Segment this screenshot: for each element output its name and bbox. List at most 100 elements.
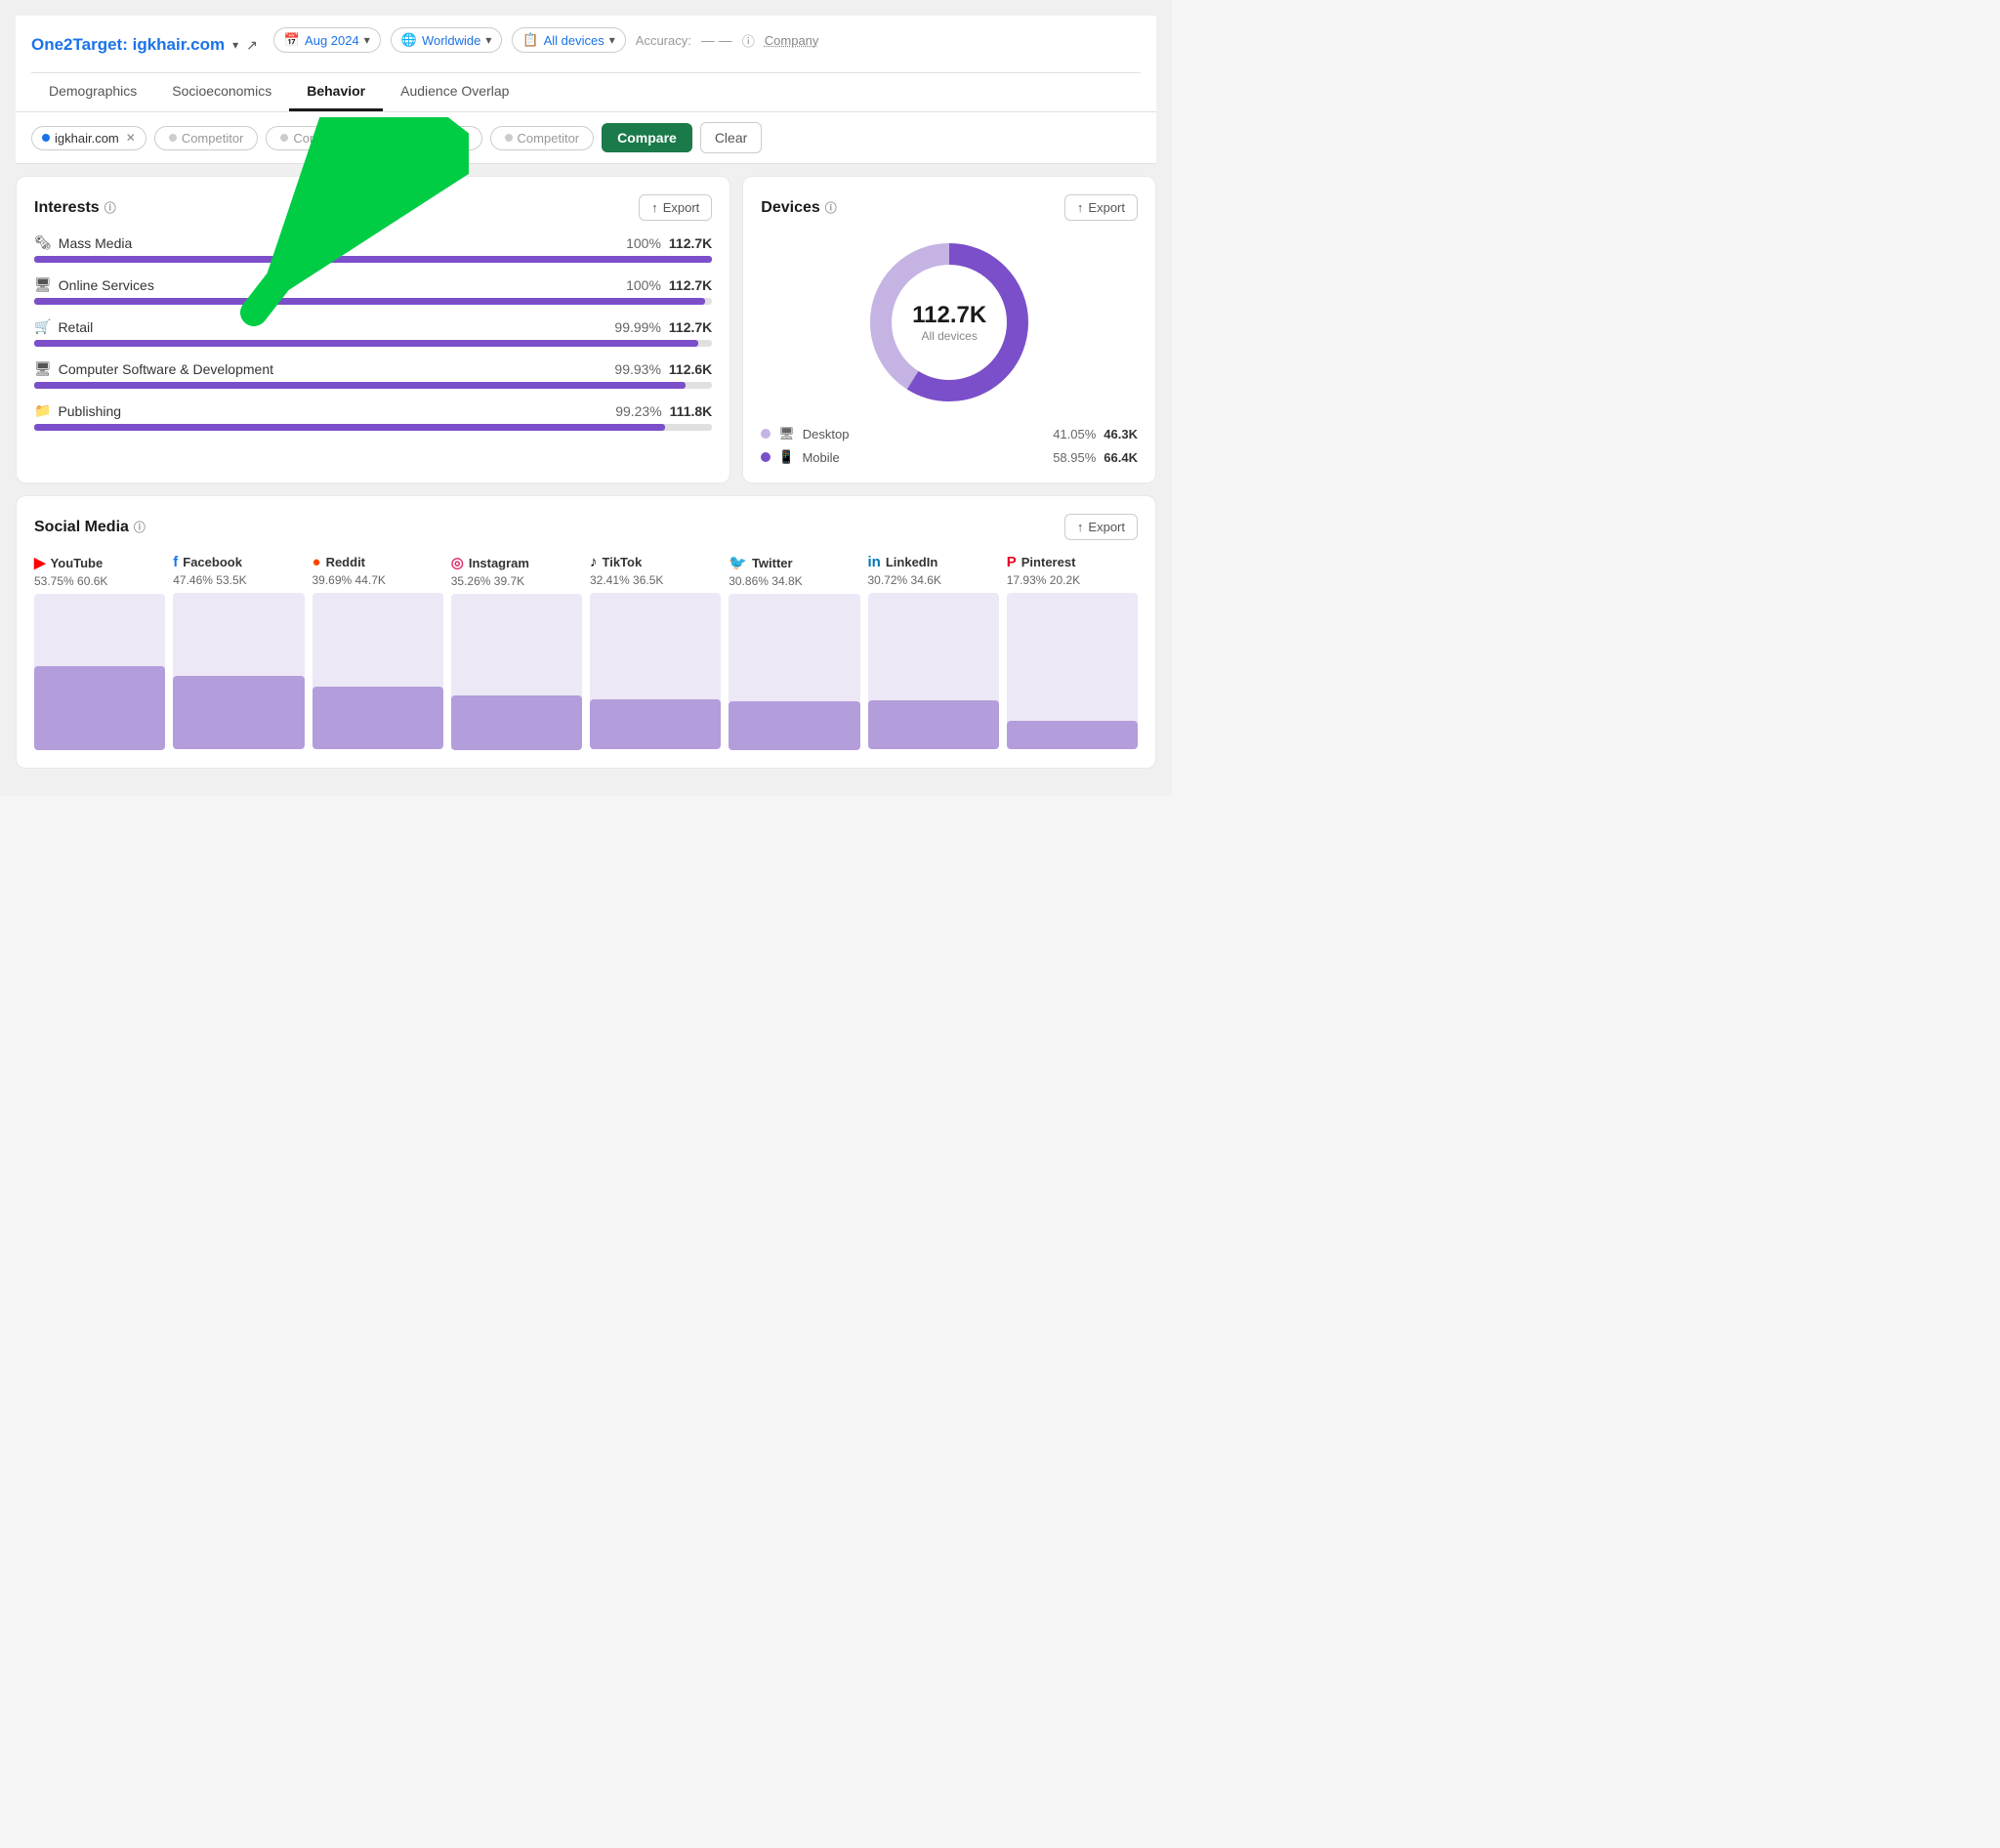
device-legend: 🖥 Desktop 41.05% 46.3K 📱 Mobile 58.95% 6…	[761, 426, 1138, 465]
devices-info-icon[interactable]: ⓘ	[825, 199, 837, 216]
desktop-pct: 41.05%	[1053, 427, 1096, 441]
info-icon-accuracy: ⓘ	[742, 31, 755, 50]
facebook-count: 53.5K	[216, 573, 246, 587]
devices-card: Devices ⓘ ↑ Export	[742, 176, 1156, 483]
interest-count-1: 112.7K	[669, 277, 712, 293]
competitor-dot-2	[280, 134, 288, 142]
interest-name-3: Computer Software & Development	[59, 361, 273, 377]
platform-twitter: 🐦 Twitter 30.86% 34.8K	[729, 554, 859, 750]
facebook-icon: f	[173, 554, 178, 570]
tab-demographics[interactable]: Demographics	[31, 73, 154, 111]
platform-facebook: f Facebook 47.46% 53.5K	[173, 554, 304, 750]
company-label[interactable]: Company	[765, 33, 819, 48]
pinterest-count: 20.2K	[1050, 573, 1080, 587]
external-link-icon[interactable]: ↗	[246, 37, 258, 54]
interest-icon-3: 🖥	[34, 360, 52, 377]
linkedin-bar-container	[868, 593, 999, 749]
linkedin-name: LinkedIn	[886, 555, 938, 569]
linkedin-count: 34.6K	[911, 573, 941, 587]
interest-count-4: 111.8K	[670, 403, 713, 419]
interest-count-2: 112.7K	[669, 319, 712, 335]
device-filter-icon: 📋	[522, 32, 538, 48]
twitter-bar	[729, 701, 859, 750]
devices-title: Devices	[761, 199, 820, 217]
pinterest-name: Pinterest	[1021, 555, 1076, 569]
twitter-bar-container	[729, 594, 859, 750]
device-row-mobile: 📱 Mobile 58.95% 66.4K	[761, 449, 1138, 465]
location-filter[interactable]: 🌐 Worldwide ▾	[391, 27, 503, 53]
interest-name-1: Online Services	[59, 277, 154, 293]
interest-count-3: 112.6K	[669, 361, 712, 377]
donut-container: 112.7K All devices	[761, 234, 1138, 410]
interest-name-2: Retail	[58, 319, 93, 335]
competitor-dot-4	[505, 134, 513, 142]
pinterest-pct: 17.93%	[1007, 573, 1047, 587]
tab-socioeconomics[interactable]: Socioeconomics	[154, 73, 289, 111]
date-label: Aug 2024	[305, 33, 359, 48]
tab-audience-overlap[interactable]: Audience Overlap	[383, 73, 526, 111]
interest-bar-1	[34, 298, 705, 305]
social-media-card: Social Media ⓘ ↑ Export ▶ YouTube 53.75%	[16, 495, 1156, 769]
date-dropdown-icon: ▾	[364, 33, 370, 47]
platform-pinterest: P Pinterest 17.93% 20.2K	[1007, 554, 1138, 750]
interest-row-2: 🛒 Retail 99.99% 112.7K	[34, 318, 712, 347]
competitor-tag-4[interactable]: Competitor	[490, 126, 595, 150]
date-filter[interactable]: 📅 Aug 2024 ▾	[273, 27, 381, 53]
desktop-name: Desktop	[803, 427, 1045, 441]
social-media-title: Social Media	[34, 519, 129, 536]
social-media-export-button[interactable]: ↑ Export	[1064, 514, 1138, 540]
device-filter[interactable]: 📋 All devices ▾	[512, 27, 625, 53]
twitter-pct: 30.86%	[729, 574, 769, 588]
competitor-tag-2[interactable]: Competitor	[266, 126, 370, 150]
pinterest-bar-container	[1007, 593, 1138, 749]
devices-total: 112.7K	[912, 302, 986, 329]
devices-export-button[interactable]: ↑ Export	[1064, 194, 1138, 221]
twitter-icon: 🐦	[729, 554, 747, 571]
competitor-dot-1	[169, 134, 177, 142]
interest-icon-1: 🖥	[34, 276, 52, 293]
linkedin-icon: in	[868, 554, 881, 570]
interests-list: 🗞 Mass Media 100% 112.7K	[34, 234, 712, 431]
mobile-pct: 58.95%	[1053, 450, 1096, 465]
competitor-tag-3[interactable]: Competitor	[378, 126, 482, 150]
interests-export-button[interactable]: ↑ Export	[639, 194, 712, 221]
clear-button[interactable]: Clear	[700, 122, 762, 153]
instagram-bar-container	[451, 594, 582, 750]
interest-pct-4: 99.23%	[615, 403, 661, 419]
tab-behavior[interactable]: Behavior	[289, 73, 383, 111]
compare-button[interactable]: Compare	[602, 123, 692, 152]
donut-center: 112.7K All devices	[912, 302, 986, 343]
platform-instagram: ◎ Instagram 35.26% 39.7K	[451, 554, 582, 750]
comparison-bar: igkhair.com ✕ Competitor Competitor Comp…	[16, 112, 1156, 164]
devices-export-icon: ↑	[1077, 200, 1084, 215]
interest-bar-3	[34, 382, 686, 389]
instagram-count: 39.7K	[494, 574, 524, 588]
competitor-label-4: Competitor	[518, 131, 580, 146]
reddit-bar	[312, 687, 443, 749]
site-dropdown-icon[interactable]: ▾	[232, 38, 238, 52]
social-media-info-icon[interactable]: ⓘ	[134, 519, 146, 535]
main-site-tag[interactable]: igkhair.com ✕	[31, 126, 146, 150]
interest-pct-0: 100%	[626, 235, 661, 251]
facebook-pct: 47.46%	[173, 573, 213, 587]
tiktok-count: 36.5K	[633, 573, 663, 587]
desktop-icon: 🖥	[778, 426, 795, 441]
interests-info-icon[interactable]: ⓘ	[104, 199, 116, 216]
competitor-tag-1[interactable]: Competitor	[154, 126, 259, 150]
youtube-bar	[34, 666, 165, 750]
platform-linkedin: in LinkedIn 30.72% 34.6K	[868, 554, 999, 750]
pinterest-bar	[1007, 721, 1138, 749]
interest-bar-4	[34, 424, 665, 431]
location-dropdown-icon: ▾	[485, 33, 491, 47]
social-platforms: ▶ YouTube 53.75% 60.6K f Facebook	[34, 554, 1138, 750]
desktop-dot	[761, 429, 771, 439]
interest-name-4: Publishing	[58, 403, 121, 419]
instagram-pct: 35.26%	[451, 574, 491, 588]
main-site-close[interactable]: ✕	[126, 131, 136, 145]
interests-title: Interests	[34, 199, 100, 217]
site-name: igkhair.com	[133, 35, 225, 54]
reddit-bar-container	[312, 593, 443, 749]
calendar-icon: 📅	[284, 32, 300, 48]
desktop-count: 46.3K	[1104, 427, 1138, 441]
interest-bar-0	[34, 256, 712, 263]
